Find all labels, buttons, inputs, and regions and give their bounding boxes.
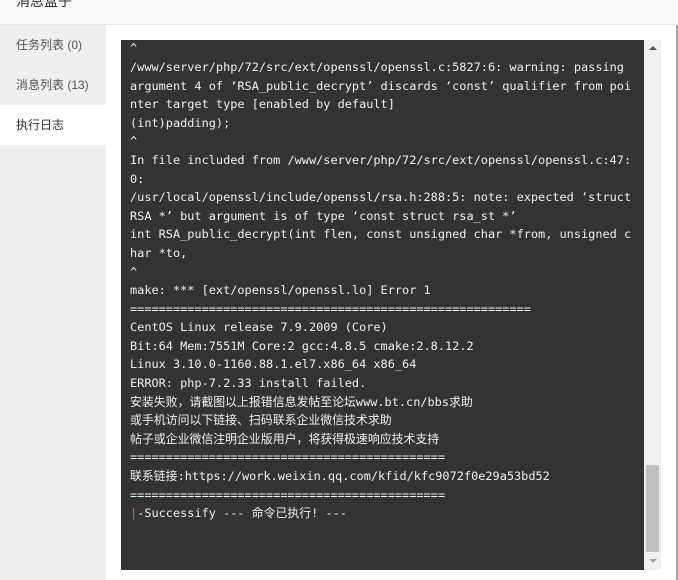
vertical-scrollbar[interactable] — [644, 40, 661, 570]
log-line: CentOS Linux release 7.9.2009 (Core) — [130, 320, 388, 335]
log-line: ========================================… — [130, 450, 445, 465]
scroll-thumb[interactable] — [646, 465, 659, 552]
log-line: /usr/local/openssl/include/openssl/rsa.h… — [130, 190, 639, 223]
arrow-down-icon — [649, 559, 657, 563]
dialog-header: 消息盒子 — [0, 0, 678, 25]
log-line: 帖子或企业微信注明企业版用户，将获得极速响应技术支持 — [130, 431, 440, 446]
log-output: ssl/evp.h:1346): Since OpenSSL 3.0 [-Wde… — [121, 40, 635, 560]
log-line: ^ — [130, 41, 138, 56]
log-line: make: *** [ext/openssl/openssl.lo] Error… — [130, 283, 431, 298]
log-line: ERROR: php-7.2.33 install failed. — [130, 376, 367, 391]
log-line: (int)padding); — [130, 115, 231, 130]
log-line: ^ — [130, 134, 138, 149]
sidebar: 任务列表 (0) 消息列表 (13) 执行日志 — [0, 25, 106, 580]
log-last-line: |-Successify --- 命令已执行! --- — [130, 504, 635, 523]
log-line: 安装失败，请截图以上报错信息发帖至论坛www.bt.cn/bbs求助 — [130, 394, 473, 409]
log-line: 或手机访问以下链接、扫码联系企业微信技术求助 — [130, 413, 392, 428]
log-line: Bit:64 Mem:7551M Core:2 gcc:4.8.5 cmake:… — [130, 338, 474, 353]
log-line: ^ — [130, 264, 138, 279]
scroll-up-button[interactable] — [644, 40, 661, 57]
dialog-title: 消息盒子 — [16, 0, 72, 9]
arrow-up-icon — [649, 46, 657, 50]
log-line: ========================================… — [130, 487, 445, 502]
log-line: In file included from /www/server/php/72… — [130, 152, 632, 186]
log-line: /www/server/php/72/src/ext/openssl/opens… — [130, 59, 632, 112]
sidebar-item-execution-log[interactable]: 执行日志 — [0, 105, 106, 145]
sidebar-item-message-list[interactable]: 消息列表 (13) — [0, 65, 106, 105]
log-viewport[interactable]: ssl/evp.h:1346): Since OpenSSL 3.0 [-Wde… — [121, 40, 644, 570]
log-line: Linux 3.10.0-1160.88.1.el7.x86_64 x86_64 — [130, 357, 417, 372]
log-line: ========================================… — [130, 301, 531, 316]
log-line-text: -Successify --- 命令已执行! --- — [137, 506, 347, 521]
execution-log-panel: ssl/evp.h:1346): Since OpenSSL 3.0 [-Wde… — [121, 40, 661, 570]
scroll-down-button[interactable] — [644, 553, 661, 570]
log-line: 联系链接:https://work.weixin.qq.com/kfid/kfc… — [130, 469, 550, 484]
sidebar-item-task-list[interactable]: 任务列表 (0) — [0, 25, 106, 65]
log-line: int RSA_public_decrypt(int flen, const u… — [130, 227, 632, 260]
